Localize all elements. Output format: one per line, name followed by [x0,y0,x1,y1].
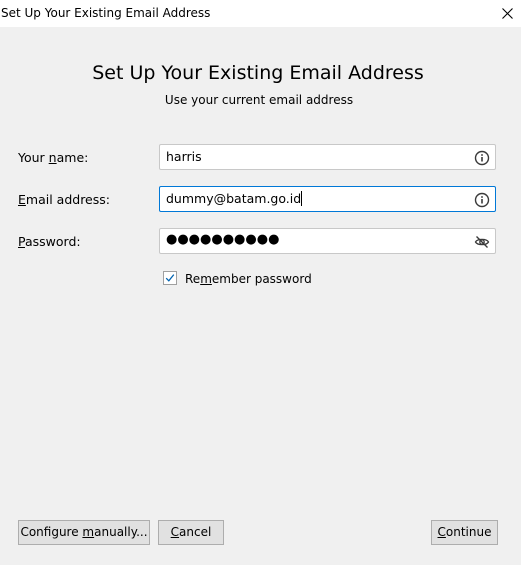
name-value: harris [166,149,202,164]
checkmark-icon [165,274,175,282]
text-caret [301,191,303,206]
close-button[interactable] [493,0,521,27]
password-value: ●●●●●●●●●● [166,232,280,247]
remember-password-checkbox[interactable] [163,271,177,285]
password-field[interactable]: ●●●●●●●●●● [159,228,496,254]
email-field[interactable]: dummy@batam.go.id [159,186,496,212]
page-title: Set Up Your Existing Email Address [92,62,424,84]
email-label: Email address: [18,192,110,207]
remember-password-label[interactable]: Remember password [185,271,312,287]
name-label: Your name: [18,150,89,165]
password-label: Password: [18,234,81,249]
eye-slash-icon[interactable] [474,234,490,250]
cancel-button[interactable]: Cancel [158,520,224,545]
configure-manually-button[interactable]: Configure manually... [18,520,150,545]
continue-button[interactable]: Continue [431,520,498,545]
name-field[interactable]: harris [159,144,496,170]
email-value: dummy@batam.go.id [166,191,303,206]
page-subtitle: Use your current email address [164,93,354,107]
info-icon[interactable] [474,192,490,208]
close-icon [501,8,513,19]
info-icon[interactable] [474,150,490,166]
window-title: Set Up Your Existing Email Address [1,6,211,20]
window-titlebar: Set Up Your Existing Email Address [0,0,521,27]
